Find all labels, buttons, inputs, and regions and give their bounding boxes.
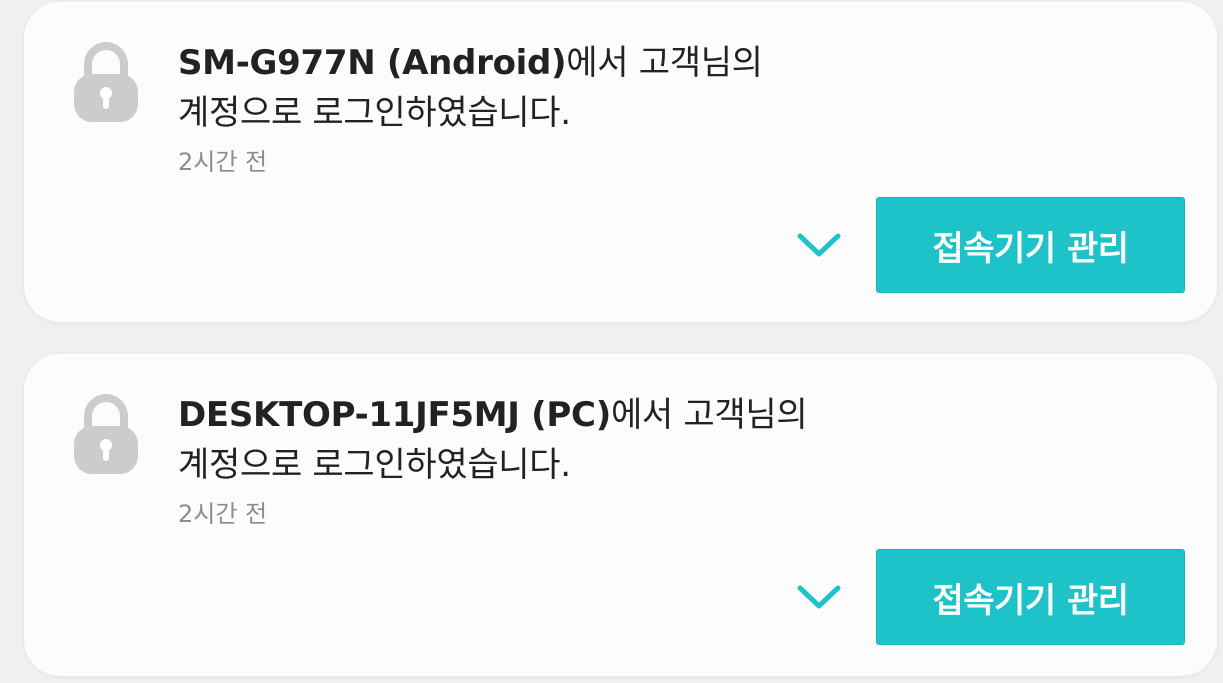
lock-icon: [74, 394, 138, 474]
chevron-down-icon[interactable]: [796, 582, 842, 612]
message-line2: 계정으로 로그인하였습니다.: [178, 445, 571, 485]
message-line1-suffix: 에서 고객님의: [610, 395, 808, 435]
manage-devices-button[interactable]: 접속기기 관리: [876, 197, 1185, 293]
login-message: SM-G977N (Android)에서 고객님의 계정으로 로그인하였습니다.: [178, 38, 938, 138]
timestamp: 2시간 전: [178, 500, 268, 528]
chevron-down-icon[interactable]: [796, 230, 842, 260]
device-name: SM-G977N (Android): [178, 43, 567, 83]
login-notification-card: SM-G977N (Android)에서 고객님의 계정으로 로그인하였습니다.…: [24, 2, 1217, 322]
login-message: DESKTOP-11JF5MJ (PC)에서 고객님의 계정으로 로그인하였습니…: [178, 390, 938, 490]
login-notification-card: DESKTOP-11JF5MJ (PC)에서 고객님의 계정으로 로그인하였습니…: [24, 354, 1217, 676]
message-line2: 계정으로 로그인하였습니다.: [178, 93, 571, 133]
timestamp: 2시간 전: [178, 148, 268, 176]
lock-icon: [74, 42, 138, 122]
message-line1-suffix: 에서 고객님의: [566, 43, 763, 83]
manage-devices-button[interactable]: 접속기기 관리: [876, 549, 1185, 645]
device-name: DESKTOP-11JF5MJ (PC): [178, 395, 611, 435]
